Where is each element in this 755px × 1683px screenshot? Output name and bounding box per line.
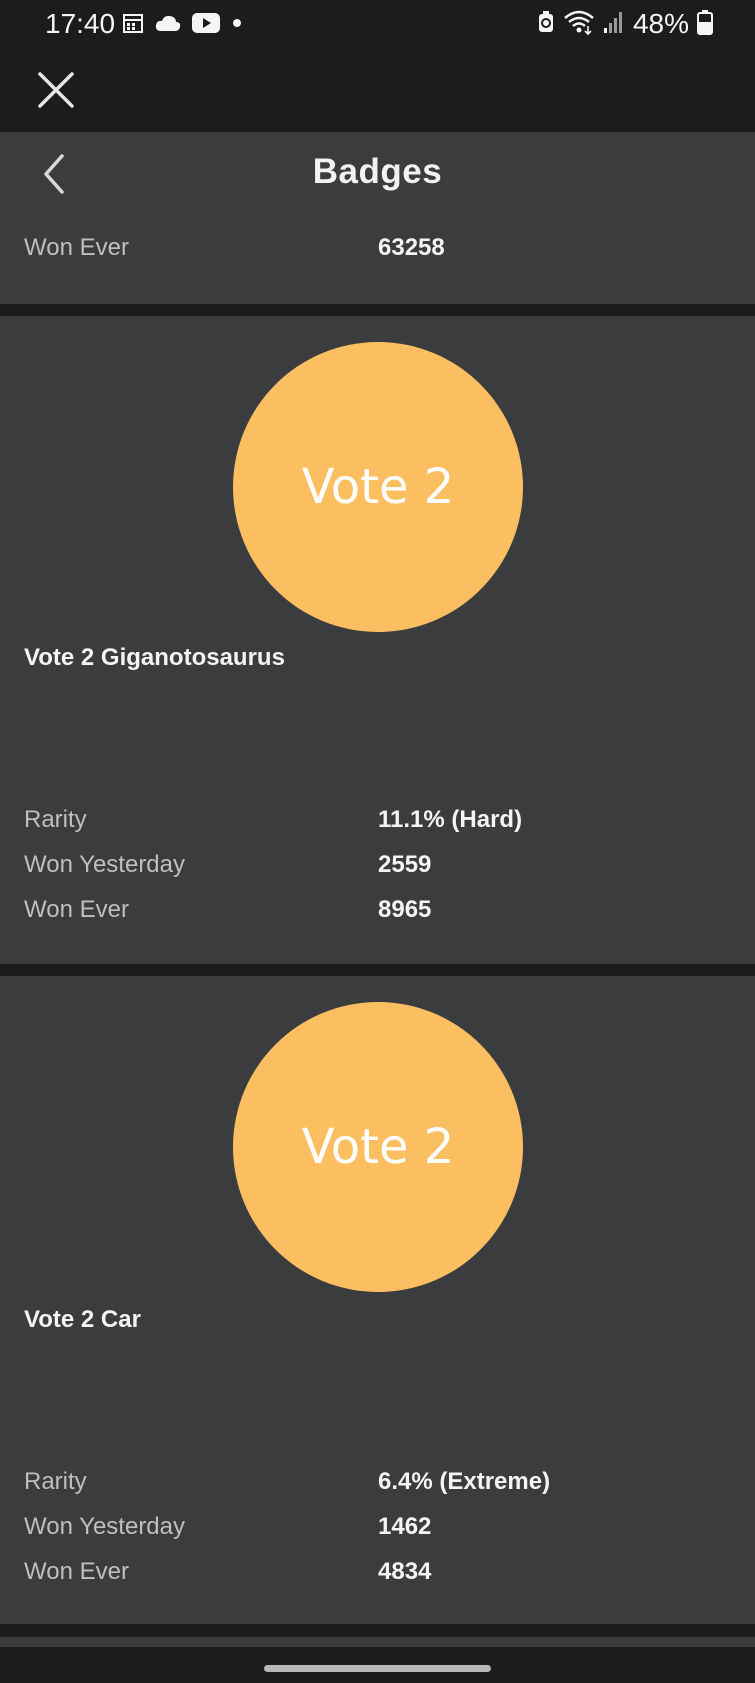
badge-image: Vote 2: [233, 342, 523, 632]
stat-value: 4834: [378, 1558, 432, 1585]
youtube-icon: [192, 12, 220, 39]
badge-name: Vote 2 Giganotosaurus: [24, 644, 285, 671]
status-time: 17:40: [45, 8, 116, 39]
battery-icon: [697, 9, 713, 40]
stat-row-rarity: Rarity 11.1% (Hard): [24, 806, 724, 838]
stat-row-won-ever: Won Ever 63258: [24, 234, 724, 266]
stat-value: 2559: [378, 851, 432, 878]
page-header: Badges: [0, 132, 755, 218]
stat-label: Rarity: [24, 806, 87, 833]
stat-row-won-yesterday: Won Yesterday 2559: [24, 851, 724, 883]
stat-value: 63258: [378, 234, 445, 261]
badge-card-partial: Won Ever 63258: [0, 218, 755, 304]
battery-saver-icon: [537, 10, 555, 39]
gesture-nav-handle[interactable]: [264, 1665, 491, 1672]
signal-icon: [603, 10, 625, 39]
stat-value: 8965: [378, 896, 432, 923]
badge-card: Vote 2 Vote 2 Car Rarity 6.4% (Extreme) …: [0, 976, 755, 1624]
badge-card-next: [0, 1637, 755, 1647]
badge-name: Vote 2 Car: [24, 1306, 141, 1333]
stat-value: 1462: [378, 1513, 432, 1540]
status-bar: 17:40 48%: [0, 0, 755, 52]
badge-image-text: Vote 2: [301, 1119, 455, 1175]
page-title: Badges: [312, 152, 443, 191]
stat-label: Won Yesterday: [24, 851, 186, 878]
stat-value: 6.4% (Extreme): [378, 1468, 551, 1495]
close-icon: [38, 72, 74, 108]
battery-percent: 48%: [632, 8, 689, 39]
badge-image-text: Vote 2: [301, 459, 455, 515]
badge-image: Vote 2: [233, 1002, 523, 1292]
dot-icon: [230, 16, 244, 35]
calendar-icon: [122, 12, 144, 39]
close-button[interactable]: [36, 70, 76, 110]
stat-label: Won Ever: [24, 896, 129, 923]
stat-label: Rarity: [24, 1468, 87, 1495]
stat-label: Won Ever: [24, 234, 129, 261]
close-bar: [0, 52, 755, 132]
stat-label: Won Ever: [24, 1558, 129, 1585]
status-right: 48%: [537, 8, 713, 40]
cloud-icon: [154, 13, 182, 38]
badge-card: Vote 2 Vote 2 Giganotosaurus Rarity 11.1…: [0, 316, 755, 964]
stat-row-won-ever: Won Ever 8965: [24, 896, 724, 928]
wifi-icon: [563, 9, 595, 40]
stat-label: Won Yesterday: [24, 1513, 186, 1540]
stat-row-won-ever: Won Ever 4834: [24, 1558, 724, 1590]
status-left-icons: [122, 12, 244, 39]
stat-value: 11.1% (Hard): [378, 806, 523, 833]
stat-row-rarity: Rarity 6.4% (Extreme): [24, 1468, 724, 1500]
stat-row-won-yesterday: Won Yesterday 1462: [24, 1513, 724, 1545]
